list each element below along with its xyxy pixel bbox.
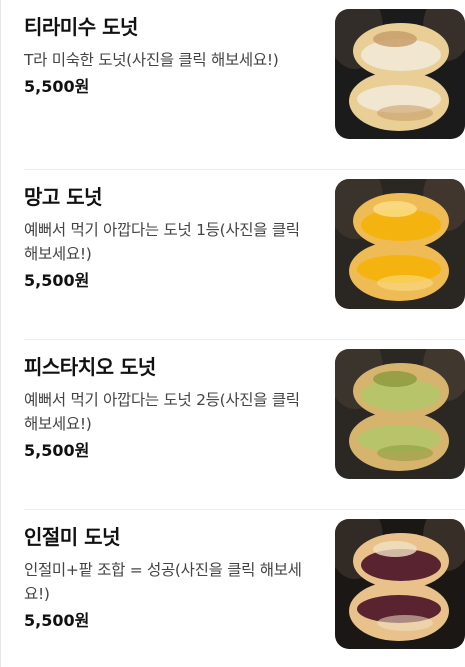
menu-item-price: 5,500원 (24, 271, 90, 290)
menu-item-name: 티라미수 도넛 (24, 15, 138, 39)
menu-item-name: 인절미 도넛 (24, 525, 120, 549)
menu-item[interactable]: 피스타치오 도넛 예뻐서 먹기 아깝다는 도넛 2등(사진을 클릭 해보세요!)… (24, 340, 465, 510)
menu-item-description: 예뻐서 먹기 아깝다는 도넛 1등(사진을 클릭 해보세요!) (24, 221, 300, 263)
menu-item-text: 인절미 도넛 인절미+팥 조합 = 성공(사진을 클릭 해보세요!) 5,500… (24, 522, 314, 634)
menu-item[interactable]: 인절미 도넛 인절미+팥 조합 = 성공(사진을 클릭 해보세요!) 5,500… (24, 510, 465, 667)
menu-item-photo[interactable] (335, 519, 465, 649)
menu-item-text: 피스타치오 도넛 예뻐서 먹기 아깝다는 도넛 2등(사진을 클릭 해보세요!)… (24, 352, 314, 464)
menu-item-price: 5,500원 (24, 441, 90, 460)
menu-item-photo[interactable] (335, 9, 465, 139)
menu-item-description: 예뻐서 먹기 아깝다는 도넛 2등(사진을 클릭 해보세요!) (24, 391, 300, 433)
menu-item-text: 망고 도넛 예뻐서 먹기 아깝다는 도넛 1등(사진을 클릭 해보세요!) 5,… (24, 182, 314, 294)
menu-item-name: 피스타치오 도넛 (24, 355, 156, 379)
left-divider (0, 0, 1, 667)
donut-photo-graphic (335, 349, 465, 479)
menu-item-name: 망고 도넛 (24, 185, 103, 209)
menu-item[interactable]: 티라미수 도넛 T라 미숙한 도넛(사진을 클릭 해보세요!) 5,500원 (24, 0, 465, 170)
menu-item-photo[interactable] (335, 179, 465, 309)
menu-item[interactable]: 망고 도넛 예뻐서 먹기 아깝다는 도넛 1등(사진을 클릭 해보세요!) 5,… (24, 170, 465, 340)
donut-photo-graphic (335, 519, 465, 649)
donut-photo-graphic (335, 9, 465, 139)
menu-item-description: T라 미숙한 도넛(사진을 클릭 해보세요!) (24, 51, 279, 69)
menu-item-price: 5,500원 (24, 77, 90, 96)
menu-item-description: 인절미+팥 조합 = 성공(사진을 클릭 해보세요!) (24, 561, 302, 603)
menu-list: 티라미수 도넛 T라 미숙한 도넛(사진을 클릭 해보세요!) 5,500원 망… (24, 0, 465, 667)
menu-item-text: 티라미수 도넛 T라 미숙한 도넛(사진을 클릭 해보세요!) 5,500원 (24, 12, 314, 100)
menu-item-price: 5,500원 (24, 611, 90, 630)
menu-item-photo[interactable] (335, 349, 465, 479)
donut-photo-graphic (335, 179, 465, 309)
